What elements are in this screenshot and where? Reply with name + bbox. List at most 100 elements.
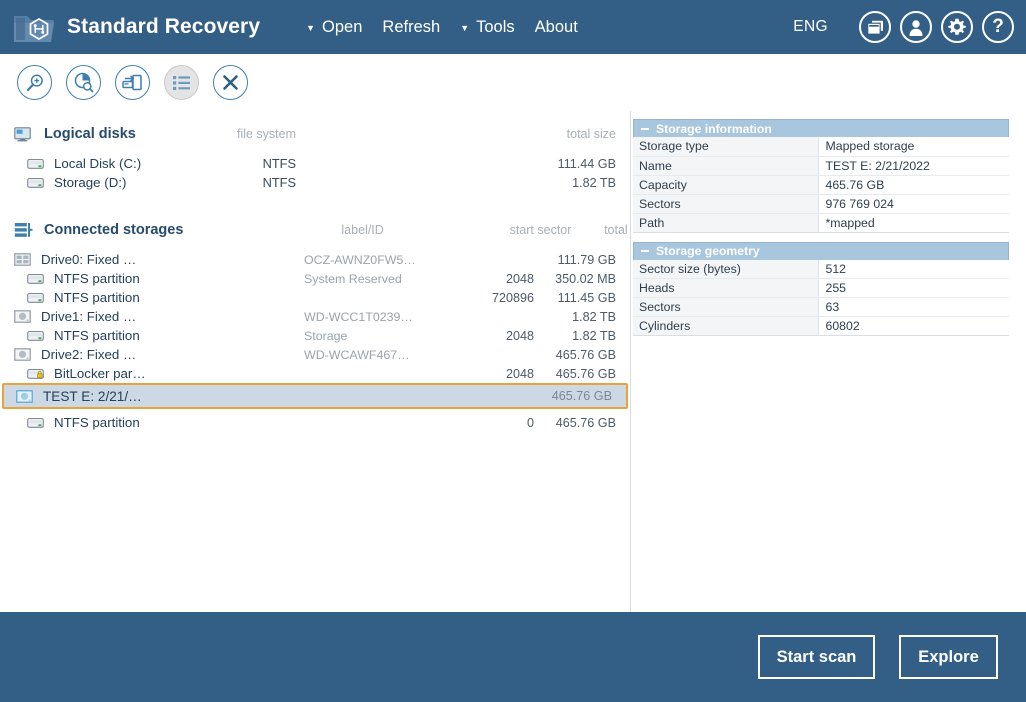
explore-button[interactable]: Explore (899, 635, 998, 679)
table-row: Heads 255 (633, 278, 1009, 298)
group-title-logical-disks: Logical disks (44, 126, 136, 142)
row-value: 63 (818, 297, 1009, 317)
help-button[interactable]: ? (982, 11, 1014, 43)
mapped-storage-icon (16, 389, 36, 403)
table-cell-label-id: WD-WCAWF4676677 (304, 347, 416, 362)
table-row: Capacity 465.76 GB (633, 175, 1009, 195)
table-row[interactable]: Drive2: Fixed WDC WD5000AAKS-22... WD-WC… (0, 345, 630, 364)
row-key: Path (633, 213, 819, 233)
row-key: Name (633, 156, 819, 176)
list-item[interactable]: Storage (D:) NTFS 1.82 TB (0, 173, 630, 192)
windows-button[interactable] (859, 11, 891, 43)
table-cell-start-sector: 0 (526, 415, 534, 430)
gear-icon (948, 18, 966, 35)
user-button[interactable] (900, 11, 932, 43)
save-image-button[interactable] (115, 65, 150, 100)
table-row[interactable]: Drive1: Fixed WDC WD20EZRX-00DC... WD-WC… (0, 307, 630, 326)
list-view-button[interactable] (164, 65, 199, 100)
row-value: 512 (818, 259, 1009, 279)
list-item-file-system: NTFS (262, 175, 296, 190)
table-row: Cylinders 60802 (633, 316, 1009, 336)
panel-title: Storage information (656, 121, 772, 136)
disk-drive-icon (27, 158, 47, 170)
row-key: Storage type (633, 137, 819, 157)
row-key: Sector size (bytes) (633, 259, 819, 279)
table-row[interactable]: BitLocker partition 2048 465.76 GB (0, 364, 630, 383)
app-title: Standard Recovery (67, 15, 261, 38)
monitor-icon (14, 126, 36, 142)
user-icon (909, 19, 923, 36)
panel-header-storage-geometry[interactable]: Storage geometry (633, 241, 1009, 260)
table-cell-start-sector: 2048 (505, 271, 534, 286)
table-cell-total-size: 465.76 GB (551, 389, 612, 403)
menu-item-tools[interactable]: ▼ Tools (450, 14, 524, 41)
list-item[interactable]: Local Disk (C:) NTFS 111.44 GB (0, 154, 630, 173)
partition-icon (27, 292, 47, 304)
table-cell-total-size: 111.79 GB (557, 252, 616, 267)
application-window: Standard Recovery ▼ Open Refresh ▼ Tools… (0, 0, 1026, 702)
disk-pie-search-icon (74, 72, 94, 93)
row-key: Heads (633, 278, 819, 298)
drive-platter-icon (14, 348, 34, 361)
table-cell-start-sector: 2048 (505, 366, 534, 381)
settings-button[interactable] (941, 11, 973, 43)
menu-label-tools: Tools (476, 17, 515, 36)
drive-platter-icon (14, 310, 34, 323)
menu-item-refresh[interactable]: Refresh (372, 14, 450, 41)
list-item-label: Storage (D:) (54, 175, 127, 190)
group-title-connected-storages: Connected storages (44, 222, 184, 238)
list-view-icon (173, 75, 190, 90)
disk-analysis-button[interactable] (66, 65, 101, 100)
row-key: Sectors (633, 194, 819, 214)
table-cell-label-id: System Reserved (304, 271, 402, 286)
table-row[interactable]: NTFS partition 720896 111.45 GB (0, 288, 630, 307)
language-selector[interactable]: ENG (793, 18, 828, 36)
storage-stack-icon (14, 222, 36, 239)
close-button[interactable] (213, 65, 248, 100)
table-cell-name: Drive2: Fixed WDC WD5000AAKS-22... (41, 347, 146, 362)
group-header-logical-disks: Logical disks file system total size (0, 121, 630, 147)
close-x-icon (223, 75, 238, 90)
menu-item-open[interactable]: ▼ Open (296, 14, 372, 41)
table-row: Sectors 63 (633, 297, 1009, 317)
row-key: Cylinders (633, 316, 819, 336)
minus-icon[interactable] (640, 247, 649, 256)
column-header-total-size: total size (604, 223, 630, 237)
minus-icon[interactable] (640, 124, 649, 133)
table-cell-total-size: 465.76 GB (555, 366, 616, 381)
table-cell-label-id: Storage (304, 328, 348, 343)
table-row-selected[interactable]: TEST E: 2/21/2022 465.76 GB (2, 383, 628, 409)
menu-item-about[interactable]: About (525, 14, 588, 41)
table-row[interactable]: NTFS partition Storage 2048 1.82 TB (0, 326, 630, 345)
table-cell-label-id: WD-WCC1T0239932 (304, 309, 416, 324)
list-item-total-size: 111.44 GB (557, 156, 616, 171)
list-item-file-system: NTFS (262, 156, 296, 171)
partition-lock-icon (27, 368, 47, 380)
storage-information-table: Storage type Mapped storage Name TEST E:… (633, 137, 1009, 233)
table-cell-name: NTFS partition (54, 415, 140, 430)
table-cell-name: Drive0: Fixed OCZ-VERTEX3 (ATA) (41, 252, 146, 267)
scan-button[interactable] (17, 65, 52, 100)
chevron-down-icon: ▼ (460, 22, 470, 33)
column-header-start-sector: start sector (509, 223, 572, 237)
column-header-total-size: total size (566, 127, 616, 141)
top-right-controls: ENG ? (793, 0, 1014, 54)
row-value: 255 (818, 278, 1009, 298)
panel-header-storage-information[interactable]: Storage information (633, 119, 1009, 137)
start-scan-button[interactable]: Start scan (758, 635, 875, 679)
menu-label-refresh: Refresh (382, 17, 441, 36)
list-item-total-size: 1.82 TB (572, 175, 616, 190)
table-row[interactable]: Drive0: Fixed OCZ-VERTEX3 (ATA) OCZ-AWNZ… (0, 250, 630, 269)
storage-tree-panel: Logical disks file system total size Loc… (0, 111, 631, 612)
row-value: Mapped storage (818, 137, 1009, 157)
table-cell-total-size: 465.76 GB (555, 415, 616, 430)
table-row[interactable]: NTFS partition System Reserved 2048 350.… (0, 269, 630, 288)
drive-grid-icon (14, 253, 34, 266)
chevron-down-icon: ▼ (306, 22, 316, 33)
row-value: 465.76 GB (818, 175, 1009, 195)
table-row[interactable]: NTFS partition 0 465.76 GB (0, 413, 630, 432)
panel-title: Storage geometry (656, 244, 760, 258)
